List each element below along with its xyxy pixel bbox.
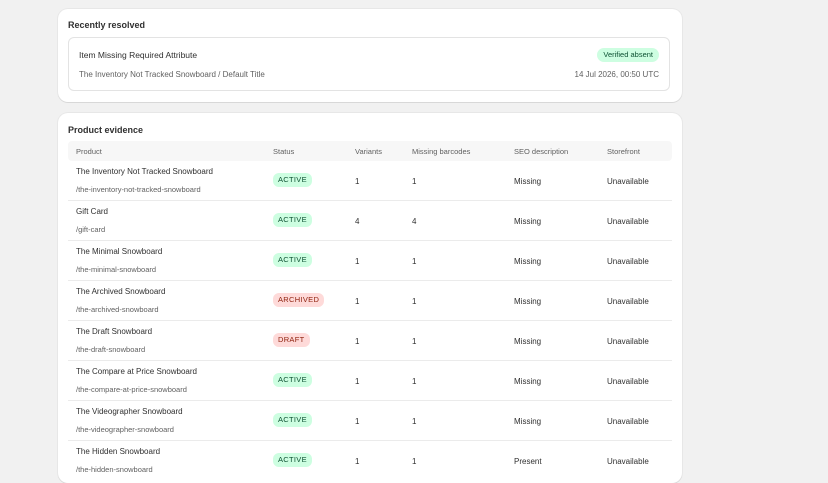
status-badge: ACTIVE bbox=[273, 213, 312, 227]
product-name[interactable]: Gift Card bbox=[76, 207, 108, 216]
seo-description-status: Missing bbox=[514, 177, 542, 186]
seo-description-status: Missing bbox=[514, 417, 542, 426]
status-badge: ACTIVE bbox=[273, 253, 312, 267]
table-header: Product Status Variants Missing barcodes… bbox=[68, 141, 672, 161]
product-handle: /the-draft-snowboard bbox=[76, 345, 146, 354]
variants-count: 1 bbox=[355, 417, 360, 426]
missing-barcodes-count: 1 bbox=[412, 337, 417, 346]
product-handle: /the-inventory-not-tracked-snowboard bbox=[76, 185, 201, 194]
column-header-product: Product bbox=[76, 147, 102, 156]
product-handle: /the-compare-at-price-snowboard bbox=[76, 385, 187, 394]
column-header-status: Status bbox=[273, 147, 295, 156]
storefront-status: Unavailable bbox=[607, 297, 649, 306]
product-handle: /gift-card bbox=[76, 225, 106, 234]
table-row[interactable]: The Archived Snowboard/the-archived-snow… bbox=[68, 281, 672, 321]
product-evidence-table: Product Status Variants Missing barcodes… bbox=[68, 141, 672, 480]
table-row[interactable]: The Compare at Price Snowboard/the-compa… bbox=[68, 361, 672, 401]
product-name[interactable]: The Videographer Snowboard bbox=[76, 407, 183, 416]
resolved-product-variant: The Inventory Not Tracked Snowboard / De… bbox=[79, 70, 265, 79]
status-badge: ARCHIVED bbox=[273, 293, 325, 307]
seo-description-status: Missing bbox=[514, 337, 542, 346]
missing-barcodes-count: 1 bbox=[412, 457, 417, 466]
product-name[interactable]: The Compare at Price Snowboard bbox=[76, 367, 197, 376]
storefront-status: Unavailable bbox=[607, 177, 649, 186]
missing-barcodes-count: 4 bbox=[412, 217, 417, 226]
status-badge: ACTIVE bbox=[273, 453, 312, 467]
recently-resolved-card: Recently resolved Item Missing Required … bbox=[58, 9, 682, 102]
resolved-issue-item[interactable]: Item Missing Required Attribute Verified… bbox=[68, 37, 670, 91]
table-row[interactable]: The Inventory Not Tracked Snowboard/the-… bbox=[68, 161, 672, 201]
missing-barcodes-count: 1 bbox=[412, 377, 417, 386]
recently-resolved-title: Recently resolved bbox=[68, 20, 146, 30]
product-name[interactable]: The Archived Snowboard bbox=[76, 287, 165, 296]
missing-barcodes-count: 1 bbox=[412, 417, 417, 426]
product-name[interactable]: The Minimal Snowboard bbox=[76, 247, 162, 256]
column-header-seo-description: SEO description bbox=[514, 147, 569, 156]
column-header-storefront: Storefront bbox=[607, 147, 640, 156]
product-evidence-title: Product evidence bbox=[68, 125, 144, 135]
product-name[interactable]: The Hidden Snowboard bbox=[76, 447, 160, 456]
product-handle: /the-videographer-snowboard bbox=[76, 425, 174, 434]
seo-description-status: Missing bbox=[514, 377, 542, 386]
status-badge: ACTIVE bbox=[273, 173, 312, 187]
table-row[interactable]: Gift Card/gift-card ACTIVE 4 4 Missing Unavai… bbox=[68, 201, 672, 241]
storefront-status: Unavailable bbox=[607, 377, 649, 386]
variants-count: 1 bbox=[355, 337, 360, 346]
storefront-status: Unavailable bbox=[607, 457, 649, 466]
seo-description-status: Missing bbox=[514, 217, 542, 226]
missing-barcodes-count: 1 bbox=[412, 257, 417, 266]
missing-barcodes-count: 1 bbox=[412, 177, 417, 186]
seo-description-status: Missing bbox=[514, 257, 542, 266]
storefront-status: Unavailable bbox=[607, 257, 649, 266]
table-row[interactable]: The Minimal Snowboard/the-minimal-snowbo… bbox=[68, 241, 672, 281]
table-row[interactable]: The Videographer Snowboard/the-videograp… bbox=[68, 401, 672, 441]
product-evidence-card: Product evidence Product Status Variants… bbox=[58, 113, 682, 483]
column-header-variants: Variants bbox=[355, 147, 382, 156]
variants-count: 1 bbox=[355, 297, 360, 306]
product-handle: /the-hidden-snowboard bbox=[76, 465, 153, 474]
table-body: The Inventory Not Tracked Snowboard/the-… bbox=[68, 161, 672, 480]
table-row[interactable]: The Draft Snowboard/the-draft-snowboard D… bbox=[68, 321, 672, 361]
product-handle: /the-minimal-snowboard bbox=[76, 265, 157, 274]
column-header-missing-barcodes: Missing barcodes bbox=[412, 147, 471, 156]
product-name[interactable]: The Draft Snowboard bbox=[76, 327, 152, 336]
seo-description-status: Present bbox=[514, 457, 542, 466]
status-badge: ACTIVE bbox=[273, 413, 312, 427]
verified-absent-badge: Verified absent bbox=[597, 48, 659, 62]
product-name[interactable]: The Inventory Not Tracked Snowboard bbox=[76, 167, 213, 176]
status-badge: DRAFT bbox=[273, 333, 310, 347]
status-badge: ACTIVE bbox=[273, 373, 312, 387]
storefront-status: Unavailable bbox=[607, 217, 649, 226]
storefront-status: Unavailable bbox=[607, 417, 649, 426]
table-row[interactable]: The Hidden Snowboard/the-hidden-snowboar… bbox=[68, 441, 672, 480]
storefront-status: Unavailable bbox=[607, 337, 649, 346]
variants-count: 1 bbox=[355, 257, 360, 266]
seo-description-status: Missing bbox=[514, 297, 542, 306]
variants-count: 1 bbox=[355, 177, 360, 186]
variants-count: 4 bbox=[355, 217, 360, 226]
variants-count: 1 bbox=[355, 377, 360, 386]
missing-barcodes-count: 1 bbox=[412, 297, 417, 306]
product-handle: /the-archived-snowboard bbox=[76, 305, 159, 314]
variants-count: 1 bbox=[355, 457, 360, 466]
resolved-issue-name: Item Missing Required Attribute bbox=[79, 50, 198, 60]
resolved-timestamp: 14 Jul 2026, 00:50 UTC bbox=[574, 70, 660, 79]
